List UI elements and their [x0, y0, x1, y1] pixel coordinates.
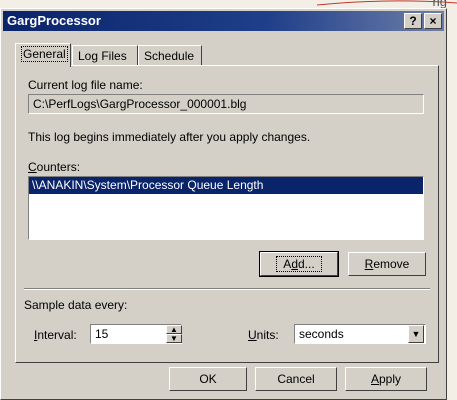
apply-button[interactable]: Apply: [345, 367, 427, 391]
units-select[interactable]: seconds: [294, 324, 426, 344]
ok-button[interactable]: OK: [169, 367, 247, 391]
tab-log-files-label: Log Files: [78, 49, 127, 63]
sample-data-label: Sample data every:: [24, 298, 128, 312]
tab-log-files[interactable]: Log Files: [72, 45, 138, 65]
spin-up-icon: ▲: [170, 325, 178, 334]
close-button[interactable]: ×: [424, 13, 442, 29]
close-icon: ×: [429, 14, 437, 28]
interval-label: Interval:: [34, 328, 77, 342]
begin-note: This log begins immediately after you ap…: [28, 130, 311, 144]
general-tab-panel: Current log file name: C:\PerfLogs\GargP…: [15, 65, 439, 363]
tab-schedule-label: Schedule: [144, 49, 195, 63]
spin-down-icon: ▼: [170, 334, 178, 343]
tab-general-label: General: [21, 46, 68, 62]
log-file-label: Current log file name:: [28, 78, 143, 92]
tab-schedule[interactable]: Schedule: [138, 45, 202, 65]
title-bar: GargProcessor ? ×: [3, 11, 444, 31]
counters-list[interactable]: \\ANAKIN\System\Processor Queue Length: [28, 176, 424, 240]
tab-general[interactable]: General: [15, 43, 71, 67]
window-title: GargProcessor: [7, 13, 101, 28]
chevron-down-icon: ▼: [411, 329, 421, 339]
help-icon: ?: [409, 14, 417, 28]
properties-dialog: GargProcessor ? × General Log Files Sche…: [0, 8, 447, 400]
remove-counter-button[interactable]: Remove: [348, 252, 426, 276]
units-dropdown-button[interactable]: ▼: [408, 325, 424, 343]
list-item[interactable]: \\ANAKIN\System\Processor Queue Length: [29, 177, 423, 194]
cancel-button[interactable]: Cancel: [255, 367, 337, 391]
interval-spin-up[interactable]: ▲: [166, 325, 182, 334]
interval-spin-down[interactable]: ▼: [166, 334, 182, 343]
units-label: Units:: [248, 328, 279, 342]
counters-label: Counters:: [28, 160, 81, 174]
help-button[interactable]: ?: [404, 13, 422, 29]
log-file-field: C:\PerfLogs\GargProcessor_000001.blg: [28, 94, 424, 114]
section-divider: [24, 288, 430, 290]
add-counter-button[interactable]: Add...: [259, 251, 339, 277]
